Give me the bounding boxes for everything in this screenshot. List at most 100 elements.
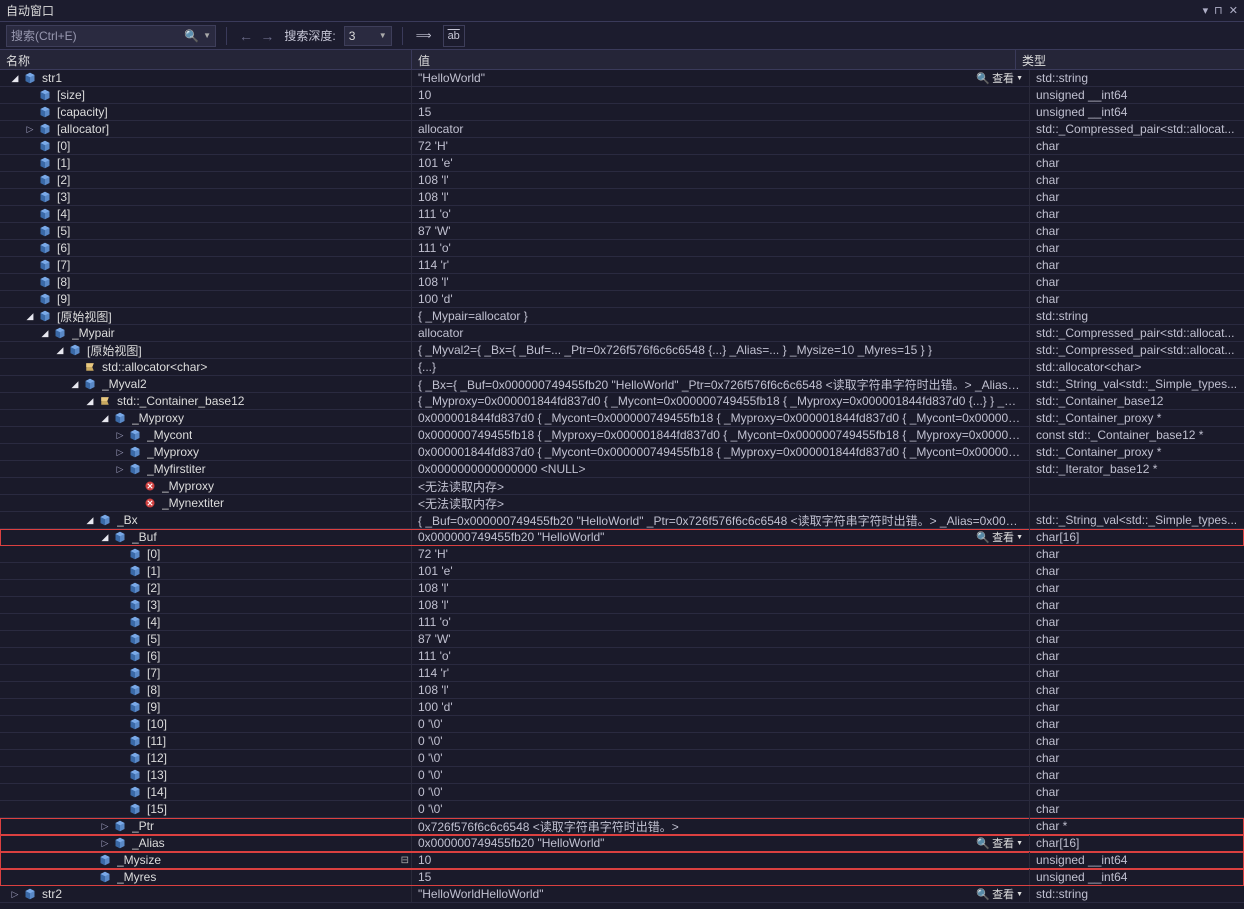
cell-value[interactable]: "HelloWorld"🔍查看▼ (412, 70, 1030, 86)
expand-icon[interactable]: ▷ (8, 887, 22, 901)
nav-back-icon[interactable]: ← (237, 28, 255, 44)
cell-value[interactable]: 108 'l' (412, 597, 1030, 613)
cell-value[interactable]: 108 'l' (412, 580, 1030, 596)
cell-value[interactable]: { _Bx={ _Buf=0x000000749455fb20 "HelloWo… (412, 376, 1030, 392)
table-row[interactable]: [size]10unsigned __int64 (0, 87, 1244, 104)
column-header-name[interactable]: 名称 (0, 50, 412, 69)
table-row[interactable]: ◢_Mypairallocatorstd::_Compressed_pair<s… (0, 325, 1244, 342)
cell-value[interactable]: 101 'e' (412, 155, 1030, 171)
cell-value[interactable]: 72 'H' (412, 138, 1030, 154)
table-row[interactable]: [3]108 'l'char (0, 189, 1244, 206)
cell-value[interactable]: 0 '\0' (412, 733, 1030, 749)
table-row[interactable]: ▷_Mycont0x000000749455fb18 { _Myproxy=0x… (0, 427, 1244, 444)
value-visualizer-button[interactable]: 🔍查看▼ (976, 529, 1023, 545)
expand-icon[interactable]: ▷ (23, 122, 37, 136)
cell-value[interactable]: 108 'l' (412, 274, 1030, 290)
cell-value[interactable]: allocator (412, 121, 1030, 137)
expand-icon[interactable]: ▷ (98, 836, 112, 850)
table-row[interactable]: [8]108 'l'char (0, 274, 1244, 291)
close-icon[interactable]: ✕ (1229, 4, 1238, 17)
cell-value[interactable]: 15 (412, 869, 1030, 885)
table-row[interactable]: _Myproxy<无法读取内存> (0, 478, 1244, 495)
cell-value[interactable]: { _Buf=0x000000749455fb20 "HelloWorld" _… (412, 512, 1030, 528)
collapse-icon[interactable]: ◢ (68, 377, 82, 391)
cell-value[interactable]: 15 (412, 104, 1030, 120)
cell-value[interactable]: 0x000001844fd837d0 { _Mycont=0x000000749… (412, 410, 1030, 426)
cell-value[interactable]: 108 'l' (412, 682, 1030, 698)
cell-value[interactable]: 0 '\0' (412, 801, 1030, 817)
cell-value[interactable]: <无法读取内存> (412, 495, 1030, 511)
collapse-icon[interactable]: ◢ (53, 343, 67, 357)
expression-button[interactable]: ⟹ (413, 25, 435, 47)
table-row[interactable]: ▷_Myproxy0x000001844fd837d0 { _Mycont=0x… (0, 444, 1244, 461)
collapse-icon[interactable]: ◢ (23, 309, 37, 323)
collapse-icon[interactable]: ◢ (38, 326, 52, 340)
table-row[interactable]: [6]111 'o'char (0, 240, 1244, 257)
table-row[interactable]: [2]108 'l'char (0, 580, 1244, 597)
table-row[interactable]: [7]114 'r'char (0, 257, 1244, 274)
table-row[interactable]: ▷_Alias0x000000749455fb20 "HelloWorld"🔍查… (0, 835, 1244, 852)
cell-value[interactable]: 87 'W' (412, 631, 1030, 647)
cell-value[interactable]: 10 (412, 87, 1030, 103)
table-row[interactable]: ◢[原始视图]{ _Mypair=allocator }std::string (0, 308, 1244, 325)
search-input[interactable] (11, 29, 184, 43)
collapse-icon[interactable]: ◢ (8, 71, 22, 85)
expand-icon[interactable]: ▷ (113, 462, 127, 476)
pin-icon[interactable]: ⊔ (1214, 4, 1223, 17)
table-row[interactable]: ◢_Buf0x000000749455fb20 "HelloWorld"🔍查看▼… (0, 529, 1244, 546)
table-row[interactable]: _Mysize⊟10unsigned __int64 (0, 852, 1244, 869)
cell-value[interactable]: 0 '\0' (412, 750, 1030, 766)
cell-value[interactable]: 111 'o' (412, 206, 1030, 222)
cell-value[interactable]: 0x0000000000000000 <NULL> (412, 461, 1030, 477)
table-row[interactable]: [2]108 'l'char (0, 172, 1244, 189)
cell-value[interactable]: {...} (412, 359, 1030, 375)
cell-value[interactable]: 87 'W' (412, 223, 1030, 239)
table-row[interactable]: [1]101 'e'char (0, 563, 1244, 580)
table-row[interactable]: [4]111 'o'char (0, 206, 1244, 223)
pin-value-icon[interactable]: ⊟ (401, 855, 409, 866)
cell-value[interactable]: 111 'o' (412, 240, 1030, 256)
column-header-value[interactable]: 值 (412, 50, 1016, 69)
collapse-icon[interactable]: ◢ (98, 411, 112, 425)
table-row[interactable]: [11]0 '\0'char (0, 733, 1244, 750)
cell-value[interactable]: { _Myval2={ _Bx={ _Buf=... _Ptr=0x726f57… (412, 342, 1030, 358)
cell-value[interactable]: { _Myproxy=0x000001844fd837d0 { _Mycont=… (412, 393, 1030, 409)
collapse-icon[interactable]: ◢ (83, 394, 97, 408)
table-row[interactable]: _Myres15unsigned __int64 (0, 869, 1244, 886)
table-row[interactable]: [0]72 'H'char (0, 138, 1244, 155)
table-row[interactable]: ▷str2"HelloWorldHelloWorld"🔍查看▼std::stri… (0, 886, 1244, 903)
table-row[interactable]: ◢_Myval2{ _Bx={ _Buf=0x000000749455fb20 … (0, 376, 1244, 393)
search-box[interactable]: 🔍 ▼ (6, 25, 216, 47)
table-row[interactable]: ▷_Myfirstiter0x0000000000000000 <NULL>st… (0, 461, 1244, 478)
cell-value[interactable]: 0 '\0' (412, 784, 1030, 800)
search-depth-select[interactable]: 3 ▼ (344, 26, 392, 46)
table-row[interactable]: [8]108 'l'char (0, 682, 1244, 699)
table-row[interactable]: [10]0 '\0'char (0, 716, 1244, 733)
search-icon[interactable]: 🔍 (184, 29, 199, 43)
cell-value[interactable]: 114 'r' (412, 257, 1030, 273)
cell-value[interactable]: 0x726f576f6c6c6548 <读取字符串字符时出错。> (412, 818, 1030, 834)
collapse-icon[interactable]: ◢ (83, 513, 97, 527)
table-row[interactable]: [14]0 '\0'char (0, 784, 1244, 801)
expand-icon[interactable]: ▷ (113, 428, 127, 442)
cell-value[interactable]: 114 'r' (412, 665, 1030, 681)
cell-value[interactable]: allocator (412, 325, 1030, 341)
nav-forward-icon[interactable]: → (258, 28, 276, 44)
cell-value[interactable]: { _Mypair=allocator } (412, 308, 1030, 324)
table-row[interactable]: [12]0 '\0'char (0, 750, 1244, 767)
search-dropdown-icon[interactable]: ▼ (203, 31, 211, 40)
table-row[interactable]: [capacity]15unsigned __int64 (0, 104, 1244, 121)
table-row[interactable]: ◢_Myproxy0x000001844fd837d0 { _Mycont=0x… (0, 410, 1244, 427)
cell-value[interactable]: "HelloWorldHelloWorld"🔍查看▼ (412, 886, 1030, 902)
table-row[interactable]: ▷_Ptr0x726f576f6c6c6548 <读取字符串字符时出错。>cha… (0, 818, 1244, 835)
cell-value[interactable]: 108 'l' (412, 189, 1030, 205)
table-row[interactable]: ▷[allocator]allocatorstd::_Compressed_pa… (0, 121, 1244, 138)
table-row[interactable]: ◢std::_Container_base12{ _Myproxy=0x0000… (0, 393, 1244, 410)
table-row[interactable]: [5]87 'W'char (0, 631, 1244, 648)
table-row[interactable]: [9]100 'd'char (0, 699, 1244, 716)
table-row[interactable]: [7]114 'r'char (0, 665, 1244, 682)
cell-value[interactable]: 100 'd' (412, 699, 1030, 715)
cell-value[interactable]: 0x000000749455fb20 "HelloWorld"🔍查看▼ (412, 835, 1030, 851)
table-row[interactable]: ◢str1"HelloWorld"🔍查看▼std::string (0, 70, 1244, 87)
value-visualizer-button[interactable]: 🔍查看▼ (976, 835, 1023, 851)
